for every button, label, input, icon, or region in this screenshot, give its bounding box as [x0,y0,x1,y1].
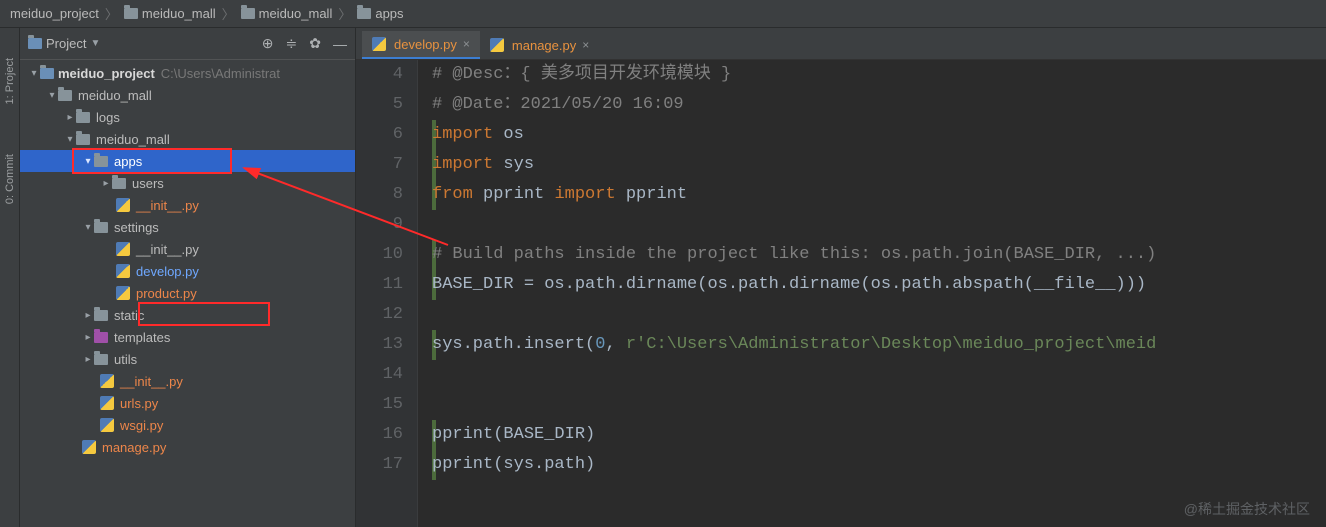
tab-manage[interactable]: manage.py × [480,31,599,59]
editor-tabs: develop.py × manage.py × [356,28,1326,60]
collapse-icon[interactable]: — [333,36,347,52]
tree-file[interactable]: product.py [20,282,355,304]
folder-icon [241,8,255,19]
tree-folder[interactable]: ▸ templates [20,326,355,348]
breadcrumb-item[interactable]: meiduo_mall [124,6,216,21]
line-gutter: 456 789 101112 131415 1617 [356,60,418,527]
close-icon[interactable]: × [463,37,470,51]
code-editor[interactable]: 456 789 101112 131415 1617 # @Desc：{ 美多项… [356,60,1326,527]
python-file-icon [116,286,130,300]
folder-icon [76,112,90,123]
python-file-icon [116,198,130,212]
python-file-icon [100,374,114,388]
tool-tab-commit[interactable]: 0: Commit [4,154,16,204]
tree-file[interactable]: __init__.py [20,370,355,392]
gear-icon[interactable]: ✿ [309,35,321,52]
folder-icon [94,354,108,365]
tree-folder[interactable]: ▸ logs [20,106,355,128]
breadcrumb-item[interactable]: apps [357,6,403,21]
tab-develop[interactable]: develop.py × [362,31,480,59]
folder-icon [94,156,108,167]
python-file-icon [116,264,130,278]
tree-folder-apps[interactable]: ▾ apps [20,150,355,172]
breadcrumb-item[interactable]: meiduo_mall [241,6,333,21]
filter-icon[interactable]: ≑ [286,35,298,52]
tree-folder-meiduo-mall[interactable]: ▾ meiduo_mall [20,128,355,150]
tree-folder[interactable]: ▾ meiduo_mall [20,84,355,106]
close-icon[interactable]: × [582,38,589,52]
tree-folder[interactable]: ▸ static [20,304,355,326]
folder-icon [58,90,72,101]
templates-folder-icon [94,332,108,343]
project-sidebar: Project ▼ ⊕ ≑ ✿ — ▾ meiduo_project C:\Us… [20,28,356,527]
chevron-right-icon: 〉 [222,4,235,23]
folder-icon [124,8,138,19]
tool-tab-project[interactable]: 1: Project [4,58,16,104]
tree-file[interactable]: urls.py [20,392,355,414]
project-tree[interactable]: ▾ meiduo_project C:\Users\Administrat ▾ … [20,60,355,527]
tree-file[interactable]: wsgi.py [20,414,355,436]
folder-icon [94,310,108,321]
chevron-right-icon: 〉 [338,4,351,23]
sidebar-title[interactable]: Project ▼ [28,36,250,51]
folder-icon [357,8,371,19]
tree-folder[interactable]: ▾ settings [20,216,355,238]
tree-folder[interactable]: ▸ users [20,172,355,194]
folder-icon [94,222,108,233]
tree-file[interactable]: __init__.py [20,238,355,260]
python-file-icon [372,37,386,51]
tool-window-strip: 1: Project 0: Commit [0,28,20,527]
python-file-icon [490,38,504,52]
tree-file[interactable]: __init__.py [20,194,355,216]
python-file-icon [82,440,96,454]
editor-area: develop.py × manage.py × 456 789 101112 … [356,28,1326,527]
python-file-icon [116,242,130,256]
project-icon [28,38,42,49]
locate-icon[interactable]: ⊕ [262,35,274,52]
project-icon [40,68,54,79]
tree-root[interactable]: ▾ meiduo_project C:\Users\Administrat [20,62,355,84]
python-file-icon [100,396,114,410]
tree-folder[interactable]: ▸ utils [20,348,355,370]
folder-icon [76,134,90,145]
watermark: @稀土掘金技术社区 [1184,499,1310,519]
sidebar-header: Project ▼ ⊕ ≑ ✿ — [20,28,355,60]
tree-file[interactable]: manage.py [20,436,355,458]
breadcrumb-bar: meiduo_project 〉 meiduo_mall 〉 meiduo_ma… [0,0,1326,28]
breadcrumb-item[interactable]: meiduo_project [10,6,99,21]
python-file-icon [100,418,114,432]
chevron-right-icon: 〉 [105,4,118,23]
folder-icon [112,178,126,189]
code-body[interactable]: # @Desc：{ 美多项目开发环境模块 } # @Date：2021/05/2… [418,60,1326,527]
tree-file-develop[interactable]: develop.py [20,260,355,282]
